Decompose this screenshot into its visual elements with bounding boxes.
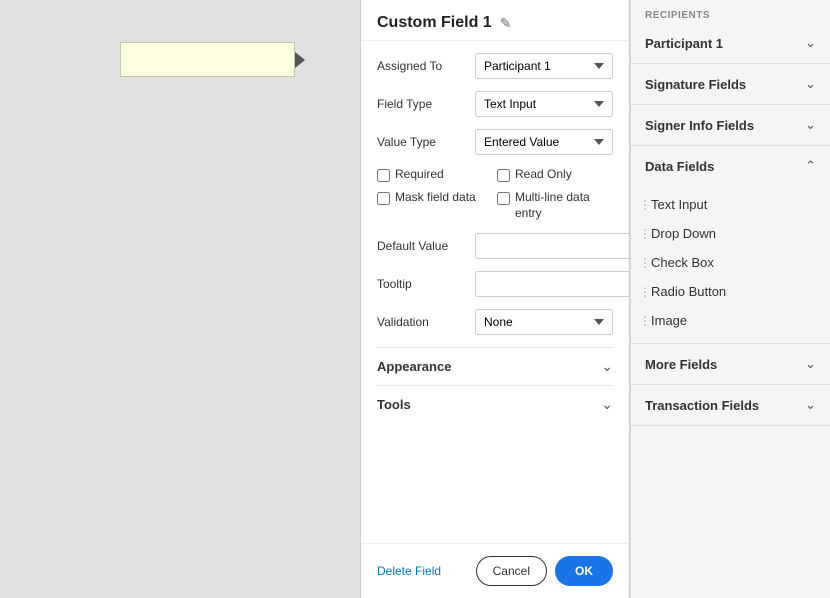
validation-label: Validation	[377, 315, 467, 329]
panel-title-row: Custom Field 1 ✎	[361, 0, 629, 41]
value-type-row: Value Type Entered Value Predefined Valu…	[377, 129, 613, 155]
required-label: Required	[395, 167, 444, 181]
transaction-fields-section: Transaction Fields ⌄	[631, 385, 830, 426]
ok-button[interactable]: OK	[555, 556, 613, 586]
default-value-row: Default Value	[377, 233, 613, 259]
read-only-label: Read Only	[515, 167, 572, 181]
tooltip-label: Tooltip	[377, 277, 467, 291]
appearance-row[interactable]: Appearance ⌄	[377, 347, 613, 385]
field-type-label: Field Type	[377, 97, 467, 111]
signer-info-chevron-icon: ⌄	[805, 117, 816, 133]
field-type-select[interactable]: Text Input Drop Down Check Box Radio But…	[475, 91, 613, 117]
tooltip-input[interactable]	[475, 271, 630, 297]
tools-row[interactable]: Tools ⌄	[377, 385, 613, 423]
multi-line-check-item: Multi-line data entry	[497, 190, 613, 221]
appearance-chevron-icon: ⌄	[601, 358, 613, 375]
mask-field-check-item: Mask field data	[377, 190, 493, 221]
value-type-label: Value Type	[377, 135, 467, 149]
panel-footer: Delete Field Cancel OK	[361, 543, 629, 598]
tools-label: Tools	[377, 397, 411, 412]
multi-line-checkbox[interactable]	[497, 192, 510, 205]
mask-field-checkbox[interactable]	[377, 192, 390, 205]
appearance-label: Appearance	[377, 359, 451, 374]
read-only-checkbox[interactable]	[497, 169, 510, 182]
signature-fields-header[interactable]: Signature Fields ⌄	[631, 64, 830, 104]
participant-title: Participant 1	[645, 36, 723, 51]
read-only-check-item: Read Only	[497, 167, 613, 182]
more-fields-section: More Fields ⌄	[631, 344, 830, 385]
tools-chevron-icon: ⌄	[601, 396, 613, 413]
properties-panel: Custom Field 1 ✎ Assigned To Participant…	[360, 0, 630, 598]
right-sidebar: RECIPIENTS Participant 1 ⌄ Signature Fie…	[630, 0, 830, 598]
more-fields-title: More Fields	[645, 357, 717, 372]
data-fields-header[interactable]: Data Fields ⌃	[631, 146, 830, 186]
signer-info-title: Signer Info Fields	[645, 118, 754, 133]
cancel-button[interactable]: Cancel	[476, 556, 547, 586]
data-field-drop-down[interactable]: Drop Down	[631, 219, 830, 248]
participant-chevron-icon: ⌄	[805, 35, 816, 51]
data-field-text-input[interactable]: Text Input	[631, 190, 830, 219]
field-box[interactable]	[120, 42, 295, 77]
data-field-check-box[interactable]: Check Box	[631, 248, 830, 277]
validation-row: Validation None Email Number Date	[377, 309, 613, 335]
footer-buttons: Cancel OK	[476, 556, 613, 586]
required-check-item: Required	[377, 167, 493, 182]
signer-info-header[interactable]: Signer Info Fields ⌄	[631, 105, 830, 145]
assigned-to-row: Assigned To Participant 1 Participant 2	[377, 53, 613, 79]
data-fields-title: Data Fields	[645, 159, 714, 174]
recipients-section: RECIPIENTS Participant 1 ⌄	[631, 0, 830, 64]
delete-field-link[interactable]: Delete Field	[377, 564, 441, 578]
field-box-arrow	[295, 52, 305, 68]
recipients-label: RECIPIENTS	[631, 0, 830, 23]
transaction-fields-header[interactable]: Transaction Fields ⌄	[631, 385, 830, 425]
checkboxes-grid: Required Read Only Mask field data Multi…	[377, 167, 613, 221]
field-type-row: Field Type Text Input Drop Down Check Bo…	[377, 91, 613, 117]
data-fields-chevron-icon: ⌃	[805, 158, 816, 174]
data-fields-section: Data Fields ⌃ Text Input Drop Down Check…	[631, 146, 830, 344]
more-fields-chevron-icon: ⌄	[805, 356, 816, 372]
more-fields-header[interactable]: More Fields ⌄	[631, 344, 830, 384]
default-value-input[interactable]	[475, 233, 630, 259]
data-field-image[interactable]: Image	[631, 306, 830, 335]
signer-info-section: Signer Info Fields ⌄	[631, 105, 830, 146]
required-checkbox[interactable]	[377, 169, 390, 182]
transaction-fields-chevron-icon: ⌄	[805, 397, 816, 413]
assigned-to-label: Assigned To	[377, 59, 467, 73]
default-value-label: Default Value	[377, 239, 467, 253]
multi-line-label: Multi-line data entry	[515, 190, 613, 221]
panel-title-text: Custom Field 1	[377, 14, 492, 32]
panel-body: Assigned To Participant 1 Participant 2 …	[361, 41, 629, 543]
signature-fields-section: Signature Fields ⌄	[631, 64, 830, 105]
assigned-to-select[interactable]: Participant 1 Participant 2	[475, 53, 613, 79]
signature-fields-chevron-icon: ⌄	[805, 76, 816, 92]
data-fields-list: Text Input Drop Down Check Box Radio But…	[631, 186, 830, 343]
validation-select[interactable]: None Email Number Date	[475, 309, 613, 335]
participant-header[interactable]: Participant 1 ⌄	[631, 23, 830, 63]
tooltip-row: Tooltip	[377, 271, 613, 297]
edit-icon[interactable]: ✎	[500, 15, 512, 32]
canvas-area	[0, 0, 360, 598]
value-type-select[interactable]: Entered Value Predefined Value	[475, 129, 613, 155]
data-field-radio-button[interactable]: Radio Button	[631, 277, 830, 306]
transaction-fields-title: Transaction Fields	[645, 398, 759, 413]
signature-fields-title: Signature Fields	[645, 77, 746, 92]
mask-field-label: Mask field data	[395, 190, 476, 204]
